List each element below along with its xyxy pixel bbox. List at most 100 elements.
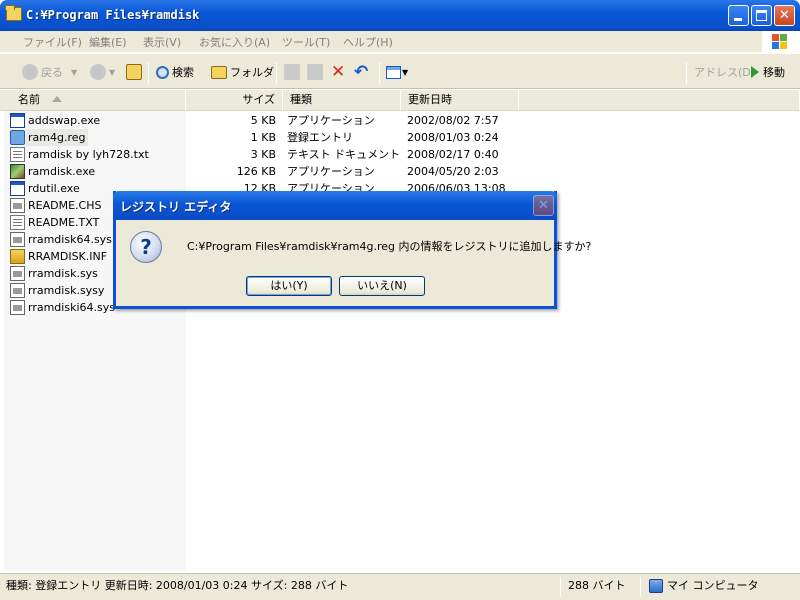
search-icon (156, 65, 169, 79)
registry-editor-dialog: レジストリ エディタ ✕ ? C:¥Program Files¥ramdisk¥… (113, 191, 591, 309)
file-name: ramdisk by lyh728.txt (28, 148, 149, 161)
up-folder-button[interactable] (126, 62, 145, 82)
file-list[interactable]: 名前 サイズ 種類 更新日時 addswap.exe 5 KB アプリケーション 20… (0, 90, 800, 571)
window-title: C:¥Program Files¥ramdisk (26, 8, 200, 22)
column-header-size-label: サイズ (242, 93, 275, 106)
back-dropdown-icon: ▼ (71, 67, 78, 77)
dialog-title: レジストリ エディタ (120, 200, 232, 214)
status-bar: 種類: 登録エントリ 更新日時: 2008/01/03 0:24 サイズ: 28… (0, 573, 800, 600)
file-txt-icon (10, 147, 25, 162)
file-size: 3 KB (250, 148, 276, 161)
file-row[interactable]: ramdisk.exe 126 KB アプリケーション 2004/05/20 2:03 (0, 163, 800, 180)
views-dropdown-icon: ▼ (402, 67, 409, 77)
file-row[interactable]: ramdisk by lyh728.txt 3 KB テキスト ドキュメント 2008… (0, 146, 800, 163)
column-header-modified[interactable]: 更新日時 (401, 90, 520, 111)
file-name: rramdisk.sysy (28, 284, 105, 297)
file-name: rramdisk.sys (28, 267, 98, 280)
file-modified: 2008/01/03 0:24 (407, 131, 499, 144)
dialog-title-bar[interactable]: レジストリ エディタ ✕ (113, 191, 557, 220)
file-sys-icon (10, 266, 25, 281)
file-name: rdutil.exe (28, 182, 80, 195)
file-modified: 2004/05/20 2:03 (407, 165, 499, 178)
windows-flag-icon (772, 34, 788, 50)
file-row[interactable]: addswap.exe 5 KB アプリケーション 2002/08/02 7:57 (0, 112, 800, 129)
status-zone: マイ コンピュータ (667, 579, 759, 592)
file-exe-icon (10, 113, 25, 128)
sort-ascending-icon (51, 96, 62, 102)
folders-icon (211, 65, 227, 79)
file-txt-icon (10, 215, 25, 230)
forward-arrow-icon (90, 64, 106, 80)
file-inf-icon (10, 249, 25, 264)
go-arrow-icon (751, 66, 759, 78)
column-header-name-label: 名前 (18, 93, 40, 106)
file-name: ramdisk.exe (28, 165, 96, 178)
no-button[interactable]: いいえ(N) (339, 276, 425, 296)
minimize-button[interactable] (728, 5, 749, 26)
copy-to-button[interactable] (307, 62, 326, 82)
dialog-close-button[interactable]: ✕ (533, 195, 554, 216)
toolbar-separator (379, 62, 380, 84)
views-button[interactable]: ▼ (386, 62, 408, 82)
forward-button[interactable]: ▼ (90, 62, 115, 82)
move-to-icon (284, 64, 300, 80)
go-button[interactable]: 移動 (751, 62, 785, 82)
up-folder-icon (126, 64, 142, 80)
column-header-type[interactable]: 種類 (283, 90, 402, 111)
undo-icon: ↶ (354, 62, 369, 82)
folders-label: フォルダ (230, 66, 274, 79)
back-button[interactable]: 戻る ▼ (22, 62, 77, 82)
dialog-message: C:¥Program Files¥ramdisk¥ram4g.reg 内の情報を… (187, 240, 592, 253)
file-row[interactable]: ram4g.reg 1 KB 登録エントリ 2008/01/03 0:24 (0, 129, 800, 146)
file-size: 1 KB (250, 131, 276, 144)
file-name: RRAMDISK.INF (28, 250, 108, 263)
file-name: README.TXT (28, 216, 100, 229)
maximize-button[interactable] (751, 5, 772, 26)
status-divider (640, 577, 641, 597)
status-size: 288 バイト (568, 579, 626, 592)
file-name: ram4g.reg (26, 129, 88, 146)
close-icon: ✕ (538, 198, 549, 213)
folders-button[interactable]: フォルダ (211, 62, 274, 82)
window-title-bar[interactable]: C:¥Program Files¥ramdisk ✕ (0, 0, 800, 31)
file-type: アプリケーション (287, 114, 375, 127)
maximize-icon (756, 10, 767, 21)
delete-button[interactable]: ✕ (331, 62, 345, 82)
file-size: 5 KB (250, 114, 276, 127)
menu-help[interactable]: ヘルプ(H) (343, 34, 393, 50)
back-label: 戻る (41, 66, 63, 79)
menu-favorites[interactable]: お気に入り(A) (199, 34, 270, 50)
views-icon (386, 65, 401, 79)
file-type: テキスト ドキュメント (287, 148, 401, 161)
close-button[interactable]: ✕ (774, 5, 795, 26)
column-header-name[interactable]: 名前 (0, 90, 187, 111)
column-header-filler (519, 90, 800, 111)
menu-tools[interactable]: ツール(T) (282, 34, 330, 50)
file-type: アプリケーション (287, 165, 375, 178)
toolbar: 戻る ▼ ▼ 検索 フォルダ ✕ ↶ ▼ アドレス(D) 移動 (0, 54, 800, 89)
column-header-size[interactable]: サイズ (186, 90, 284, 111)
move-to-button[interactable] (284, 62, 303, 82)
column-header-type-label: 種類 (290, 93, 312, 106)
yes-button[interactable]: はい(Y) (246, 276, 332, 296)
file-sys-icon (10, 232, 25, 247)
file-name: rramdisk64.sys (28, 233, 112, 246)
my-computer-icon (649, 579, 663, 593)
address-label: アドレス(D) (694, 66, 756, 79)
copy-to-icon (307, 64, 323, 80)
search-label: 検索 (172, 66, 194, 79)
file-sys-icon (10, 283, 25, 298)
menu-view[interactable]: 表示(V) (143, 34, 181, 50)
file-reg-icon (10, 130, 25, 145)
search-button[interactable]: 検索 (156, 62, 194, 82)
file-sys-icon (10, 198, 25, 213)
go-label: 移動 (763, 66, 785, 79)
menu-file[interactable]: ファイル(F) (23, 34, 82, 50)
forward-dropdown-icon: ▼ (109, 67, 116, 77)
undo-button[interactable]: ↶ (354, 62, 368, 82)
file-app-icon (10, 164, 25, 179)
close-icon: ✕ (779, 8, 790, 23)
delete-x-icon: ✕ (331, 62, 346, 82)
menu-edit[interactable]: 編集(E) (89, 34, 127, 50)
back-arrow-icon (22, 64, 38, 80)
